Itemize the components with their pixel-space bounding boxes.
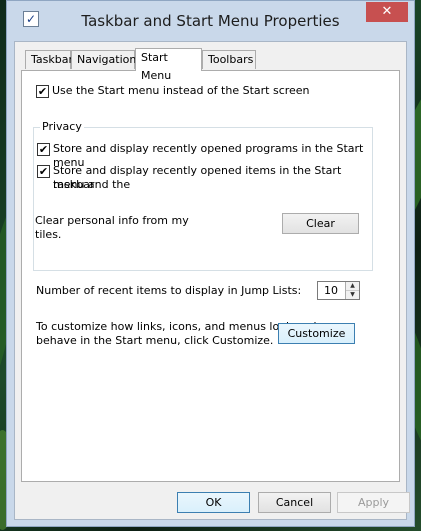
clear-button[interactable]: Clear [282, 213, 359, 234]
start-menu-panel: ✔ Use the Start menu instead of the Star… [21, 70, 400, 482]
store-items-checkbox[interactable]: ✔ [37, 165, 50, 178]
cancel-button[interactable]: Cancel [258, 492, 331, 513]
store-items-label-line1[interactable]: Store and display recently opened items … [53, 164, 372, 192]
customize-button[interactable]: Customize [278, 323, 355, 344]
ok-button[interactable]: OK [177, 492, 250, 513]
properties-dialog: ✓ Taskbar and Start Menu Properties ✕ Ta… [6, 0, 415, 527]
jump-lists-label: Number of recent items to display in Jum… [36, 284, 302, 297]
apply-button[interactable]: Apply [337, 492, 410, 513]
jump-lists-value[interactable]: 10 [324, 284, 338, 297]
tab-toolbars[interactable]: Toolbars [202, 50, 256, 69]
tab-navigation[interactable]: Navigation [71, 50, 136, 69]
customize-text-line1: To customize how links, icons, and menus… [36, 320, 317, 333]
store-items-label-line2[interactable]: taskbar [53, 178, 94, 192]
use-start-menu-checkbox[interactable]: ✔ [36, 85, 49, 98]
tab-taskbar[interactable]: Taskbar [25, 50, 73, 69]
store-programs-checkbox[interactable]: ✔ [37, 143, 50, 156]
privacy-group: Privacy ✔ Store and display recently ope… [33, 120, 373, 271]
window-title: Taskbar and Start Menu Properties [81, 12, 340, 30]
customize-text-line2: behave in the Start menu, click Customiz… [36, 334, 274, 347]
spin-down-icon[interactable]: ▼ [346, 291, 359, 299]
tab-start-menu[interactable]: Start Menu [135, 48, 202, 82]
close-button[interactable]: ✕ [366, 2, 408, 22]
spin-up-icon[interactable]: ▲ [346, 282, 359, 291]
dialog-client-area: Taskbar Navigation Start Menu Toolbars ✔… [14, 41, 410, 520]
title-bar[interactable]: ✓ Taskbar and Start Menu Properties ✕ [7, 1, 414, 41]
jump-lists-spinbox[interactable]: 10 ▲ ▼ [317, 281, 360, 300]
spin-arrows: ▲ ▼ [345, 282, 359, 299]
clear-info-text-line1: Clear personal info from my [35, 214, 189, 227]
privacy-group-title: Privacy [40, 120, 84, 134]
use-start-menu-label[interactable]: Use the Start menu instead of the Start … [52, 84, 310, 98]
clear-info-text-line2: tiles. [35, 228, 62, 241]
